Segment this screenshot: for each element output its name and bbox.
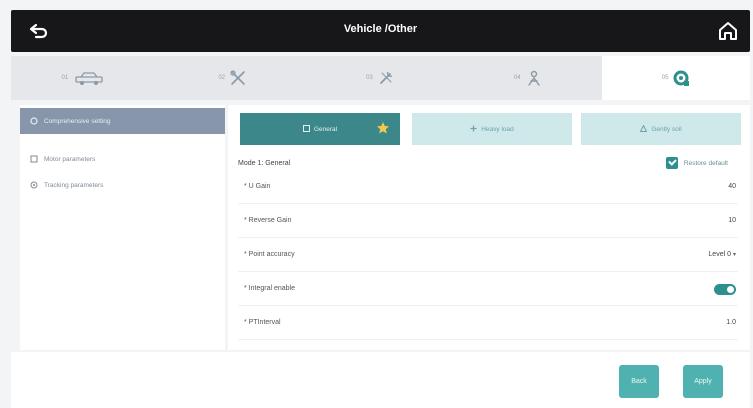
tab-number: 02 — [218, 75, 226, 81]
sidebar: Comprehensive setting Motor parameters T… — [20, 105, 225, 350]
param-row-reverse-gain[interactable]: * Reverse Gain 10 — [238, 204, 738, 238]
mode-tab-label: Heavy load — [481, 125, 514, 133]
tab-number: 03 — [366, 75, 373, 81]
wrench-icon — [377, 69, 395, 87]
param-label: * Point accuracy — [244, 251, 295, 258]
restore-default-checkbox[interactable]: Restore default — [665, 157, 728, 169]
footer-bar: Back Apply — [11, 352, 750, 408]
general-icon — [302, 124, 310, 134]
param-value[interactable]: 40 — [728, 183, 736, 190]
gear-icon — [30, 117, 38, 125]
tab-vehicle[interactable]: 01 — [11, 56, 159, 100]
tools-icon — [229, 69, 247, 87]
vehicle-icon — [72, 70, 108, 86]
param-label: * Reverse Gain — [244, 217, 292, 224]
tab-person[interactable]: 04 — [454, 56, 602, 100]
sidebar-item-tracking-parameters[interactable]: Tracking parameters — [20, 172, 225, 198]
point-accuracy-select[interactable]: Level 0 ▾ — [708, 251, 736, 258]
page-title: Vehicle /Other — [343, 23, 418, 35]
tab-number: 05 — [661, 75, 669, 81]
param-value: Level 0 — [708, 251, 731, 258]
tab-wrench[interactable]: 03 — [307, 56, 455, 100]
tab-tools[interactable]: 02 — [159, 56, 307, 100]
param-label: * PTInterval — [244, 319, 281, 326]
back-button[interactable]: Back — [619, 365, 659, 398]
apply-button[interactable]: Apply — [683, 365, 723, 398]
tab-settings[interactable]: 05 — [602, 56, 750, 100]
checkbox-icon[interactable] — [665, 157, 678, 169]
param-value[interactable]: 1.0 — [726, 319, 736, 326]
mode-title: Mode 1: General — [238, 160, 291, 167]
param-label: * Integral enable — [244, 285, 295, 292]
sidebar-item-comprehensive-setting[interactable]: Comprehensive setting — [20, 108, 225, 134]
sidebar-item-motor-parameters[interactable]: Motor parameters — [20, 146, 225, 172]
mode-tab-label: General — [313, 125, 338, 133]
param-value[interactable]: 10 — [728, 217, 736, 224]
integral-enable-toggle[interactable] — [714, 284, 736, 295]
restore-default-label: Restore default — [683, 159, 728, 167]
param-row-ptinterval[interactable]: * PTInterval 1.0 — [238, 306, 738, 340]
mode-tab-general[interactable]: General — [240, 113, 400, 145]
param-row-u-gain[interactable]: * U Gain 40 — [238, 170, 738, 204]
home-icon[interactable] — [716, 19, 740, 43]
soil-icon — [640, 123, 648, 134]
param-label: * U Gain — [244, 183, 271, 190]
top-bar: Vehicle /Other — [11, 10, 750, 52]
settings-gear-icon — [672, 69, 690, 87]
param-row-integral-enable[interactable]: * Integral enable — [238, 272, 738, 306]
sidebar-item-label: Tracking parameters — [44, 181, 104, 189]
category-tabs: 01 02 03 04 05 — [11, 56, 750, 100]
sidebar-item-label: Comprehensive setting — [44, 117, 111, 125]
tab-number: 04 — [513, 75, 521, 81]
main-panel: General Heavy load Gently soil Mode 1: G… — [228, 105, 750, 350]
tab-number: 01 — [61, 75, 69, 81]
motor-icon — [30, 155, 38, 163]
person-icon — [525, 69, 543, 87]
star-icon — [376, 121, 390, 135]
param-row-point-accuracy[interactable]: * Point accuracy Level 0 ▾ — [238, 238, 738, 272]
heavy-load-icon — [470, 125, 477, 134]
mode-tab-gently-soil[interactable]: Gently soil — [581, 113, 741, 145]
mode-tab-heavy-load[interactable]: Heavy load — [412, 113, 572, 145]
mode-tab-label: Gently soil — [651, 125, 682, 133]
sidebar-item-label: Motor parameters — [44, 155, 96, 163]
chevron-down-icon: ▾ — [732, 252, 736, 258]
target-icon — [30, 181, 38, 189]
